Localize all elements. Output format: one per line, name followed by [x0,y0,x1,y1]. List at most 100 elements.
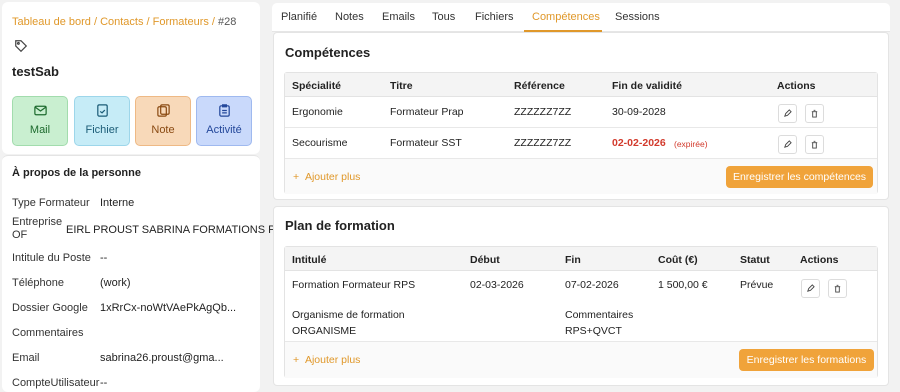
table-row: Secourisme Formateur SST ZZZZZZ7ZZ 02-02… [285,128,877,159]
mail-icon [33,105,47,116]
col-fin: Fin [565,254,581,266]
note-label: Note [151,124,175,136]
profile-name: testSab [12,64,59,79]
about-value-compte: -- [100,377,108,389]
competences-table: Spécialité Titre Référence Fin de validi… [284,72,878,194]
about-value-email[interactable]: sabrina26.proust@gma... [100,352,224,364]
table-footer: + Ajouter plus Enregistrer les formation… [285,342,877,378]
tab-competences[interactable]: Compétences [532,11,600,23]
about-label-type: Type Formateur [12,197,90,209]
tag-icon[interactable] [14,39,28,53]
tab-tous[interactable]: Tous [432,11,455,23]
tab-notes[interactable]: Notes [335,11,364,23]
about-title: À propos de la personne [12,167,141,179]
left-panel: Tableau de bord / Contacts / Formateurs … [0,0,293,392]
col-statut: Statut [740,254,770,266]
edit-button[interactable] [778,104,797,123]
breadcrumb[interactable]: Tableau de bord / Contacts / Formateurs … [12,16,236,28]
tab-emails[interactable]: Emails [382,11,415,23]
about-value-poste: -- [100,252,108,264]
note-icon [156,104,170,117]
breadcrumb-current: #28 [218,16,237,28]
save-formations-button[interactable]: Enregistrer les formations [739,349,874,371]
note-button[interactable]: Note [135,96,191,146]
about-label-telephone: Téléphone [12,277,64,289]
plan-title: Plan de formation [285,218,395,233]
file-icon [96,104,108,117]
tab-fichiers[interactable]: Fichiers [475,11,514,23]
table-footer: + Ajouter plus Enregistrer les compétenc… [285,159,877,194]
cell-intitule: Formation Formateur RPS [292,279,416,291]
cell-fin-validite-expired: 02-02-2026 [612,137,666,149]
activite-label: Activité [206,124,242,136]
about-value-entreprise: EIRL PROUST SABRINA FORMATIONS PIST [66,224,293,236]
about-label-compte: CompteUtilisateur [12,377,100,389]
cell-fin: 07-02-2026 [565,279,619,291]
breadcrumb-path[interactable]: Tableau de bord / Contacts / Formateurs … [12,16,218,28]
about-label-email: Email [12,352,40,364]
col-fin-validite: Fin de validité [612,80,683,92]
save-competences-button[interactable]: Enregistrer les compétences [726,166,873,188]
trash-icon [834,284,841,293]
tab-sessions[interactable]: Sessions [615,11,660,23]
competences-title: Compétences [285,45,371,60]
delete-button[interactable] [805,135,824,154]
cell-debut: 02-03-2026 [470,279,524,291]
mail-label: Mail [29,124,51,136]
table-row: Formation Formateur RPS 02-03-2026 07-02… [285,271,877,342]
commentaires-value: RPS+QVCT [565,325,622,337]
plan-table: Intitulé Début Fin Coût (€) Statut Actio… [284,246,878,378]
table-header: Spécialité Titre Référence Fin de validi… [285,73,877,97]
cell-fin-validite: 30-09-2028 [612,106,666,118]
pencil-icon [807,284,815,292]
pencil-icon [784,109,792,117]
fichier-button[interactable]: Fichier [74,96,130,146]
edit-button[interactable] [778,135,797,154]
trash-icon [811,140,818,149]
commentaires-label: Commentaires [565,309,634,321]
tab-planifie[interactable]: Planifié [281,11,317,23]
about-label-commentaires: Commentaires [12,327,84,339]
cell-specialite: Ergonomie [292,106,343,118]
competences-section: Compétences Spécialité Titre Référence F… [273,32,889,200]
add-competence-label: Ajouter plus [304,171,361,183]
col-debut: Début [470,254,500,266]
about-label-dossier: Dossier Google [12,302,88,314]
col-reference: Référence [514,80,565,92]
cell-statut: Prévue [740,279,774,291]
activite-button[interactable]: Activité [196,96,252,146]
col-titre: Titre [390,80,413,92]
cell-titre: Formateur SST [390,137,462,149]
tab-bar: Planifié Notes Emails Tous Fichiers Comp… [272,3,890,32]
about-value-telephone: (work) [100,277,131,289]
edit-button[interactable] [801,279,820,298]
col-actions: Actions [777,80,816,92]
organisme-label: Organisme de formation [292,309,405,321]
mail-button[interactable]: Mail [12,96,68,146]
clipboard-icon [218,104,230,117]
delete-button[interactable] [828,279,847,298]
profile-card: Tableau de bord / Contacts / Formateurs … [2,2,260,154]
add-competence-link[interactable]: + Ajouter plus [293,171,360,183]
about-card: À propos de la personne Type Formateur I… [2,155,293,392]
about-label-poste: Intitule du Poste [12,252,91,264]
col-intitule: Intitulé [292,254,327,266]
cell-reference: ZZZZZZ7ZZ [514,106,572,118]
about-value-type: Interne [100,197,135,209]
table-row: Ergonomie Formateur Prap ZZZZZZ7ZZ 30-09… [285,97,877,128]
fichier-label: Fichier [85,124,119,136]
add-formation-link[interactable]: + Ajouter plus [293,354,360,366]
expired-note: (expirée) [674,139,708,149]
organisme-value: ORGANISME [292,325,357,337]
delete-button[interactable] [805,104,824,123]
about-label-entreprise: Entreprise OF [12,216,63,241]
about-value-dossier[interactable]: 1xRrCx-noWtVAePkAgQb... [100,302,236,314]
col-actions: Actions [800,254,839,266]
cell-reference: ZZZZZZ7ZZ [514,137,572,149]
cell-specialite: Secourisme [292,137,348,149]
add-formation-label: Ajouter plus [304,354,361,366]
table-header: Intitulé Début Fin Coût (€) Statut Actio… [285,247,877,271]
col-specialite: Spécialité [292,80,342,92]
cell-cout: 1 500,00 € [658,279,708,291]
col-cout: Coût (€) [658,254,698,266]
